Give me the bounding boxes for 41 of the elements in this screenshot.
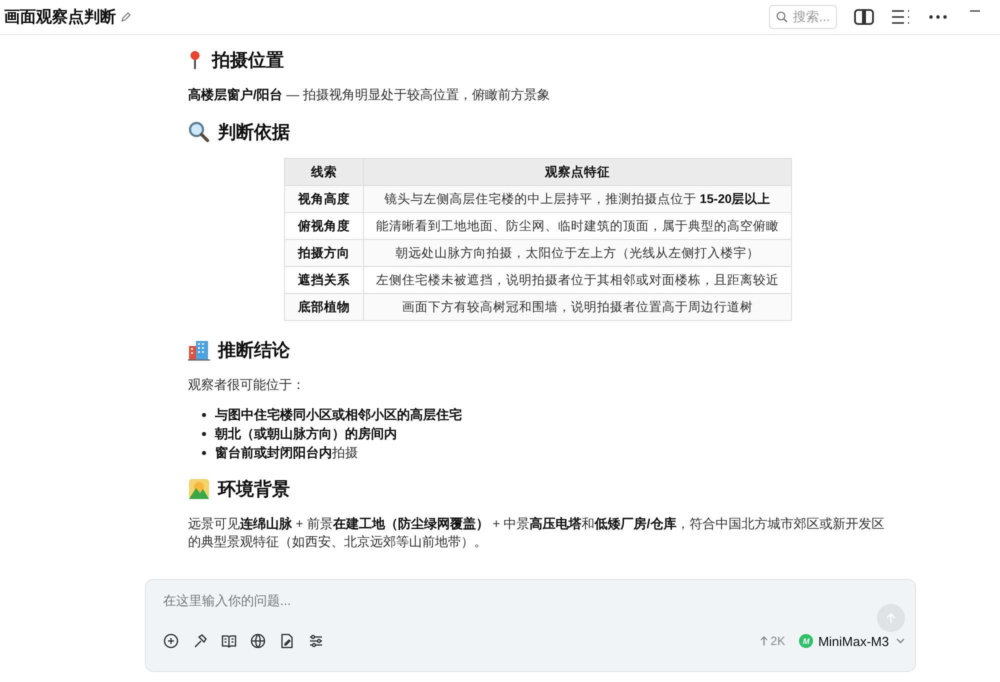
table-cell: 视角高度	[284, 186, 364, 212]
book-icon[interactable]	[221, 633, 237, 649]
search-icon	[776, 11, 788, 23]
hammer-icon[interactable]	[192, 633, 208, 649]
arrow-up-icon	[886, 612, 896, 624]
section-heading: 环境背景	[218, 478, 290, 501]
bullet-icon	[202, 412, 206, 416]
mountain-sunrise-icon	[188, 478, 210, 500]
column-header: 观察点特征	[364, 158, 792, 186]
table-cell: 朝远处山脉方向拍摄，太阳位于左上方（光线从左侧打入楼宇）	[364, 240, 792, 266]
list-item: 窗台前或封闭阳台内拍摄	[215, 444, 358, 462]
arrow-up-icon	[760, 636, 768, 646]
add-icon[interactable]	[163, 633, 179, 649]
token-count: 2K	[770, 634, 786, 648]
bullet-icon	[202, 432, 206, 436]
list-item: 与图中住宅楼同小区或相邻小区的高层住宅	[215, 406, 462, 424]
chat-title: 画面观察点判断	[4, 7, 116, 28]
chevron-down-icon	[896, 638, 905, 644]
document-edit-icon[interactable]	[279, 633, 295, 649]
model-selector[interactable]: M MiniMax-M3	[799, 634, 905, 648]
paragraph: 高楼层窗户/阳台 — 拍摄视角明显处于较高位置，俯瞰前方景象	[188, 86, 551, 104]
panel-toggle-icon[interactable]	[853, 6, 875, 28]
section-heading: 判断依据	[218, 121, 290, 144]
message-input[interactable]: 在这里输入你的问题...	[163, 592, 338, 632]
magnifier-icon	[188, 121, 210, 143]
table-cell: 画面下方有较高树冠和围墙，说明拍摄者位置高于周边行道树	[364, 294, 792, 320]
column-header: 线索	[284, 158, 364, 186]
table-cell: 底部植物	[284, 294, 364, 320]
buildings-icon	[188, 339, 210, 361]
table-cell: 镜头与左侧高层住宅楼的中上层持平，推测拍摄点位于 15-20层以上	[364, 186, 792, 212]
section-heading: 拍摄位置	[212, 49, 284, 72]
paragraph: 观察者很可能位于：	[188, 376, 306, 394]
bullet-icon	[202, 450, 206, 454]
paragraph: 远景可见连绵山脉 + 前景在建工地（防尘绿网覆盖） + 中景高压电塔和低矮厂房/仓库，符合中国北方城市郊区或新开发区的典型景观特征（如西安、北京远郊等山前地带）。	[188, 515, 886, 551]
sliders-icon[interactable]	[308, 633, 324, 649]
model-logo-icon: M	[799, 634, 814, 648]
list-item: 朝北（或朝山脉方向）的房间内	[215, 425, 397, 443]
table-cell: 拍摄方向	[284, 240, 364, 266]
section-heading: 推断结论	[218, 339, 290, 362]
globe-icon[interactable]	[250, 633, 266, 649]
pencil-icon[interactable]	[121, 12, 131, 22]
